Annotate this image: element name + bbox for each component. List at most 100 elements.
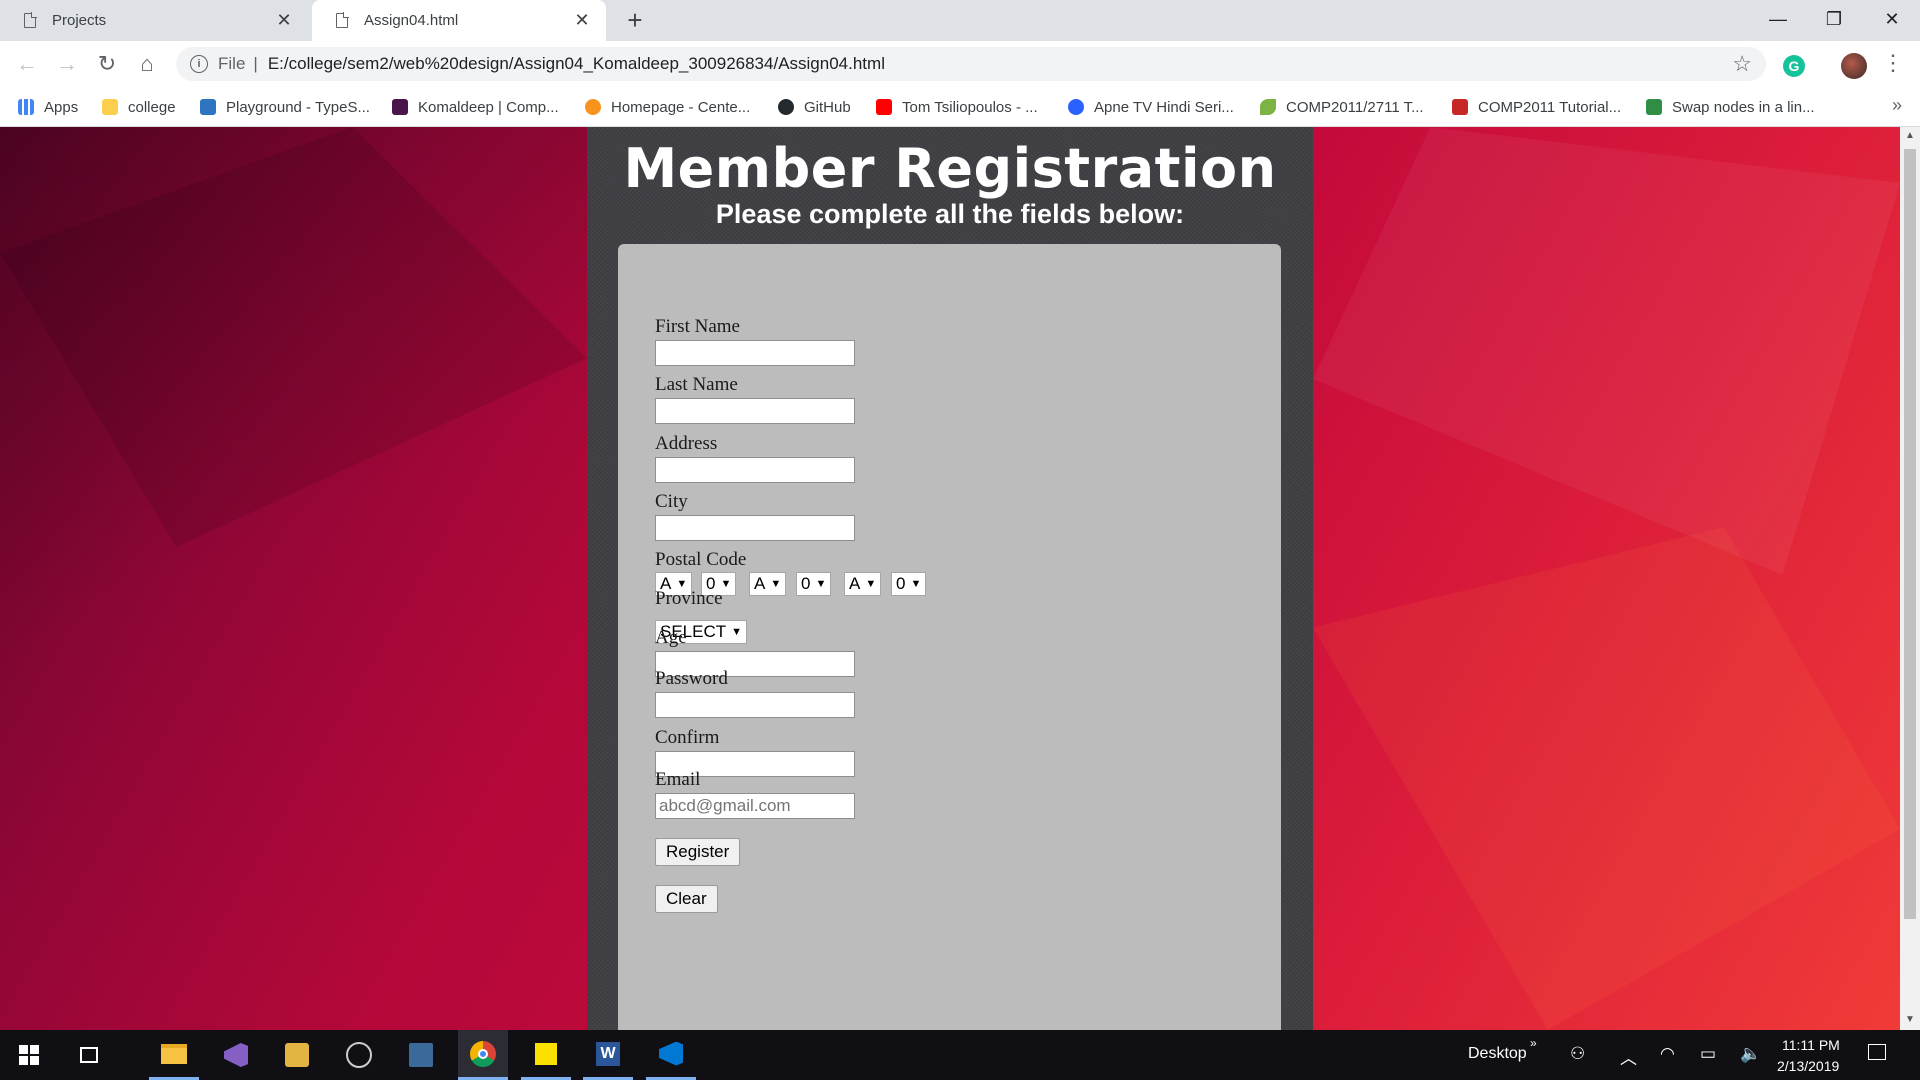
action-center-icon[interactable] xyxy=(1868,1044,1886,1060)
page-viewport: Member Registration Please complete all … xyxy=(0,127,1900,1030)
home-icon[interactable]: ⌂ xyxy=(132,49,162,79)
battery-icon[interactable]: ▭ xyxy=(1700,1044,1716,1064)
scroll-down-icon[interactable]: ▼ xyxy=(1900,1014,1920,1030)
bookmark-star-icon[interactable]: ☆ xyxy=(1732,51,1752,77)
clock-time[interactable]: 11:11 PM xyxy=(1782,1037,1840,1053)
scheme-label: File xyxy=(218,54,246,73)
toolbar-chevron-icon[interactable]: » xyxy=(1530,1036,1537,1050)
scroll-up-icon[interactable]: ▲ xyxy=(1900,130,1920,146)
windows-start-icon[interactable] xyxy=(4,1030,54,1080)
bookmark-github[interactable]: GitHub xyxy=(778,87,851,127)
terminal-app-icon[interactable] xyxy=(396,1030,446,1080)
content-column: Member Registration Please complete all … xyxy=(587,127,1313,1030)
more-bookmarks-icon[interactable]: » xyxy=(1892,95,1902,116)
scrollbar-thumb[interactable] xyxy=(1904,149,1916,919)
first-name-input[interactable] xyxy=(655,340,855,366)
profile-avatar[interactable] xyxy=(1841,53,1867,79)
apps-grid-icon xyxy=(18,99,34,115)
tab-strip: Projects ✕ Assign04.html ✕ + — ❐ ✕ xyxy=(0,0,1920,41)
background-facet xyxy=(1313,527,1900,1030)
network-app-icon[interactable] xyxy=(334,1030,384,1080)
dropdown-arrow-icon: ▼ xyxy=(731,626,743,638)
postal-code-select-3[interactable]: A ▼ xyxy=(749,572,787,596)
dropdown-arrow-icon: ▼ xyxy=(815,578,827,590)
folder-icon xyxy=(102,99,118,115)
window-close-icon[interactable]: ✕ xyxy=(1864,0,1920,38)
postal-code-select-5[interactable]: A ▼ xyxy=(844,572,882,596)
tab-assign04[interactable]: Assign04.html ✕ xyxy=(312,0,606,41)
province-label: Province xyxy=(655,588,723,609)
document-icon xyxy=(336,12,349,28)
vscode-icon[interactable] xyxy=(646,1030,696,1080)
bookmark-swap-nodes[interactable]: Swap nodes in a lin... xyxy=(1646,87,1815,127)
register-button[interactable]: Register xyxy=(655,838,741,866)
tray-overflow-icon[interactable]: ︿ xyxy=(1620,1044,1637,1069)
email-label: Email xyxy=(655,769,701,790)
postal-code-select-6[interactable]: 0 ▼ xyxy=(891,572,927,596)
restore-icon[interactable]: ❐ xyxy=(1806,0,1862,38)
confirm-label: Confirm xyxy=(655,727,720,748)
file-explorer-icon[interactable] xyxy=(149,1030,199,1080)
reload-icon[interactable]: ↻ xyxy=(92,49,122,79)
close-icon[interactable]: ✕ xyxy=(274,10,294,31)
bookmark-comp2011-t[interactable]: COMP2011/2711 T... xyxy=(1260,87,1424,127)
typescript-icon xyxy=(200,99,216,115)
address-input[interactable] xyxy=(655,457,855,483)
address-bar[interactable]: i File | E:/college/sem2/web%20design/As… xyxy=(176,47,1766,81)
last-name-input[interactable] xyxy=(655,398,855,424)
back-icon[interactable]: ← xyxy=(12,49,42,79)
tab-title: Assign04.html xyxy=(364,12,459,29)
visual-studio-icon[interactable] xyxy=(211,1030,261,1080)
city-input[interactable] xyxy=(655,515,855,541)
email-input[interactable] xyxy=(655,793,855,819)
clock-date[interactable]: 2/13/2019 xyxy=(1777,1058,1839,1074)
youtube-icon xyxy=(876,99,892,115)
geeksforgeeks-icon xyxy=(1646,99,1662,115)
bookmark-centennial[interactable]: Homepage - Cente... xyxy=(585,87,750,127)
postal-code-select-4[interactable]: 0 ▼ xyxy=(796,572,832,596)
url-text[interactable]: E:/college/sem2/web%20design/Assign04_Ko… xyxy=(268,54,885,74)
bookmark-typescript[interactable]: Playground - TypeS... xyxy=(200,87,370,127)
windows-taskbar: W Desktop » ⚇ ︿ ◠ ▭ 🔈 11:11 PM 2/13/2019 xyxy=(0,1030,1920,1080)
registration-form: First Name Last Name Address City Postal… xyxy=(618,244,1281,1030)
people-icon[interactable]: ⚇ xyxy=(1570,1044,1585,1064)
address-label: Address xyxy=(655,433,718,454)
bookmark-apne-tv[interactable]: Apne TV Hindi Seri... xyxy=(1068,87,1234,127)
vertical-scrollbar[interactable]: ▲ ▼ xyxy=(1900,127,1920,1030)
bookmark-komaldeep[interactable]: Komaldeep | Comp... xyxy=(392,87,559,127)
tab-projects[interactable]: Projects ✕ xyxy=(0,0,308,41)
menu-icon[interactable]: ⋮ xyxy=(1882,50,1904,76)
clear-button[interactable]: Clear xyxy=(655,885,718,913)
grammarly-extension-icon[interactable]: G xyxy=(1783,55,1805,77)
info-icon[interactable]: i xyxy=(190,55,208,73)
page-title: Member Registration xyxy=(623,137,1277,200)
leaf-icon xyxy=(1260,99,1276,115)
bookmark-comp2011-tutorial[interactable]: COMP2011 Tutorial... xyxy=(1452,87,1621,127)
bookmark-college[interactable]: college xyxy=(102,87,176,127)
github-icon xyxy=(778,99,794,115)
address-separator: | xyxy=(253,54,258,73)
bookmarks-bar: Apps college Playground - TypeS... Komal… xyxy=(0,87,1920,127)
password-input[interactable] xyxy=(655,692,855,718)
apne-tv-icon xyxy=(1068,99,1084,115)
bookmark-apps[interactable]: Apps xyxy=(18,87,78,127)
volume-icon[interactable]: 🔈 xyxy=(1740,1044,1761,1064)
db-tool-icon[interactable] xyxy=(272,1030,322,1080)
wifi-icon[interactable]: ◠ xyxy=(1660,1044,1675,1064)
sticky-notes-icon[interactable] xyxy=(521,1030,571,1080)
dropdown-arrow-icon: ▼ xyxy=(865,578,877,590)
password-label: Password xyxy=(655,668,728,689)
close-icon[interactable]: ✕ xyxy=(572,10,592,31)
chrome-icon[interactable] xyxy=(458,1030,508,1080)
task-view-icon[interactable] xyxy=(64,1030,114,1080)
crest-icon xyxy=(1452,99,1468,115)
minimize-icon[interactable]: — xyxy=(1750,0,1806,38)
new-tab-button[interactable]: + xyxy=(620,6,650,36)
forward-icon[interactable]: → xyxy=(52,49,82,79)
bookmark-tom-tsiliopoulos[interactable]: Tom Tsiliopoulos - ... xyxy=(876,87,1038,127)
word-icon[interactable]: W xyxy=(583,1030,633,1080)
postal-code-label: Postal Code xyxy=(655,549,747,570)
first-name-label: First Name xyxy=(655,316,740,337)
tab-title: Projects xyxy=(52,12,107,29)
desktop-toolbar-label[interactable]: Desktop xyxy=(1468,1045,1527,1063)
